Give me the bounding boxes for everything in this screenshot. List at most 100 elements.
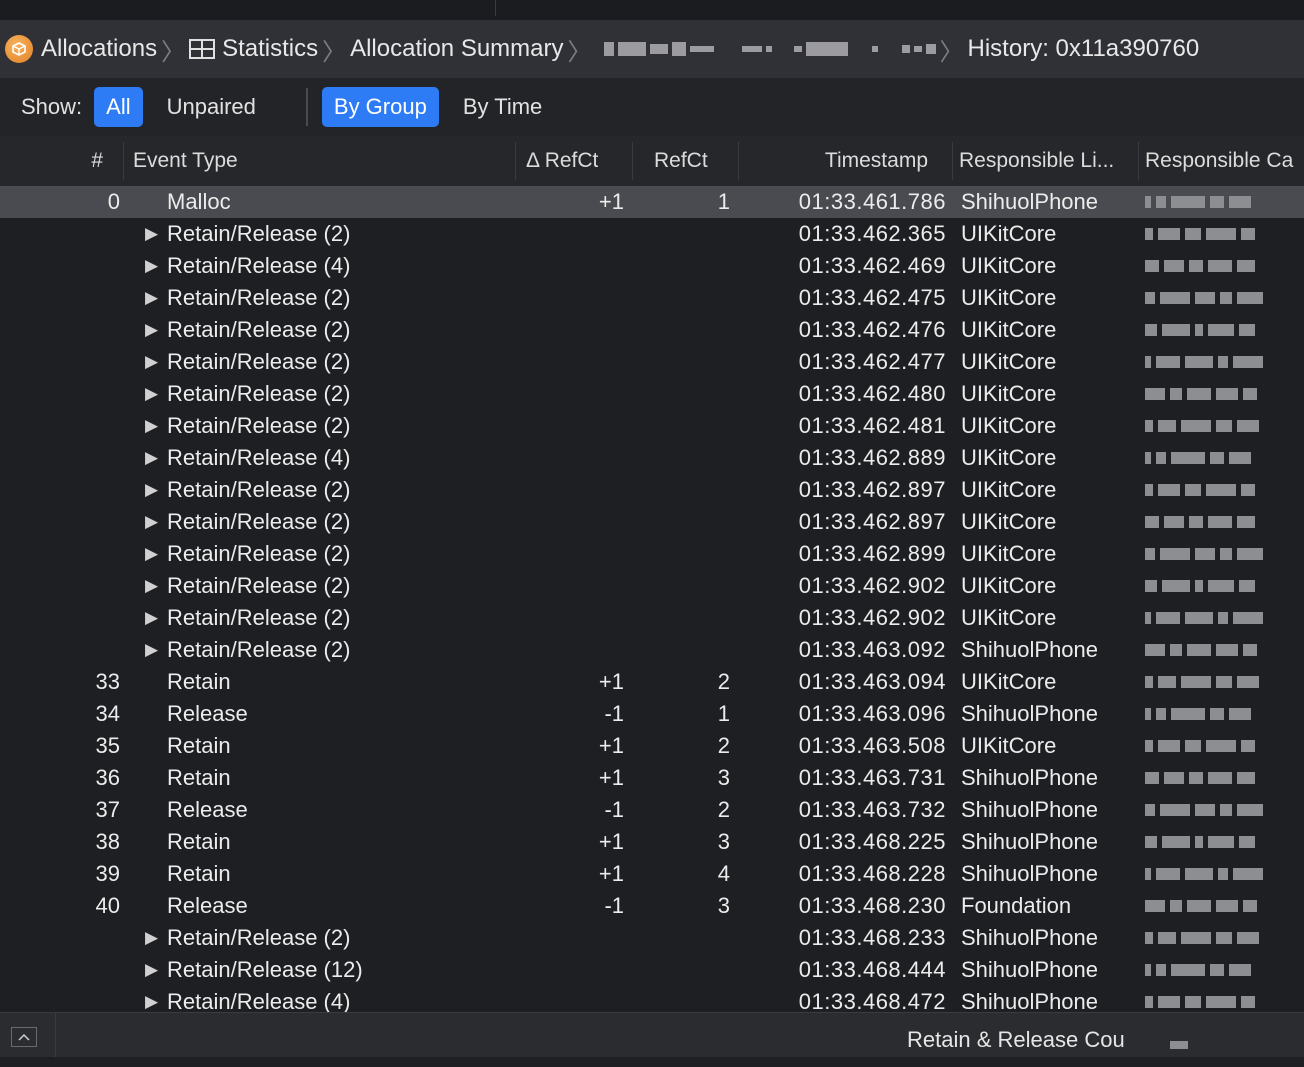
responsible-library: UIKitCore bbox=[961, 285, 1057, 310]
event-type: Retain/Release (2) bbox=[167, 637, 351, 662]
responsible-caller-redacted bbox=[1145, 218, 1304, 250]
table-row[interactable]: ▶ Retain/Release (2) 01:33.468.233 ShihuolP… bbox=[0, 922, 1304, 954]
table-row[interactable]: 37 Release -1 2 01:33.463.732 ShihuolPhone bbox=[0, 794, 1304, 826]
column-header-timestamp[interactable]: Timestamp bbox=[740, 136, 928, 186]
disclosure-triangle-icon[interactable]: ▶ bbox=[145, 602, 163, 634]
row-number: 33 bbox=[95, 669, 120, 694]
disclosure-triangle-icon[interactable]: ▶ bbox=[145, 346, 163, 378]
event-type: Release bbox=[167, 701, 248, 726]
event-type: Retain/Release (4) bbox=[167, 445, 351, 470]
table-row[interactable]: 36 Retain +1 3 01:33.463.731 ShihuolPhone bbox=[0, 762, 1304, 794]
delta-refct bbox=[520, 346, 624, 378]
breadcrumb-history[interactable]: History: 0x11a390760 bbox=[968, 35, 1200, 63]
responsible-caller-redacted bbox=[1145, 730, 1304, 762]
row-number bbox=[0, 538, 120, 570]
delta-refct: -1 bbox=[604, 893, 624, 918]
responsible-library: ShihuolPhone bbox=[961, 701, 1099, 726]
row-number: 36 bbox=[95, 765, 120, 790]
table-row[interactable]: ▶ Retain/Release (2) 01:33.462.476 UIKitCor… bbox=[0, 314, 1304, 346]
responsible-caller-redacted bbox=[1145, 186, 1304, 218]
redacted-object-name[interactable] bbox=[603, 42, 936, 56]
breadcrumb-allocations[interactable]: Allocations bbox=[0, 35, 157, 63]
disclosure-triangle-icon[interactable]: ▶ bbox=[145, 634, 163, 666]
disclosure-triangle-icon[interactable]: ▶ bbox=[145, 442, 163, 474]
disclosure-triangle-icon[interactable]: ▶ bbox=[145, 314, 163, 346]
row-number bbox=[0, 634, 120, 666]
disclosure-triangle-icon[interactable]: ▶ bbox=[145, 506, 163, 538]
disclosure-triangle-icon[interactable]: ▶ bbox=[145, 218, 163, 250]
breadcrumb-label: Allocations bbox=[41, 35, 158, 62]
responsible-library: UIKitCore bbox=[961, 381, 1057, 406]
disclosure-triangle-icon[interactable]: ▶ bbox=[145, 282, 163, 314]
table-row[interactable]: ▶ Retain/Release (2) 01:33.462.897 UIKitCor… bbox=[0, 474, 1304, 506]
responsible-caller-redacted bbox=[1145, 602, 1304, 634]
table-icon bbox=[189, 39, 216, 59]
responsible-library: ShihuolPhone bbox=[961, 765, 1099, 790]
column-divider[interactable] bbox=[515, 142, 516, 180]
disclosure-triangle-icon[interactable]: ▶ bbox=[145, 922, 163, 954]
table-row[interactable]: ▶ Retain/Release (2) 01:33.462.902 UIKitCor… bbox=[0, 602, 1304, 634]
timestamp: 01:33.463.094 bbox=[798, 669, 946, 694]
column-header-number[interactable]: # bbox=[0, 136, 103, 186]
event-type: Retain/Release (2) bbox=[167, 477, 351, 502]
column-divider[interactable] bbox=[632, 142, 633, 180]
disclosure-triangle-icon[interactable]: ▶ bbox=[145, 474, 163, 506]
show-all-button[interactable]: All bbox=[94, 87, 143, 127]
timestamp: 01:33.461.786 bbox=[798, 189, 946, 214]
by-group-button[interactable]: By Group bbox=[321, 87, 439, 127]
table-row[interactable]: 38 Retain +1 3 01:33.468.225 ShihuolPhone bbox=[0, 826, 1304, 858]
event-type: Retain/Release (2) bbox=[167, 605, 351, 630]
table-row[interactable]: ▶ Retain/Release (4) 01:33.462.469 UIKitCor… bbox=[0, 250, 1304, 282]
table-row[interactable]: 0 Malloc +1 1 01:33.461.786 ShihuolPhone bbox=[0, 186, 1304, 218]
table-row[interactable]: ▶ Retain/Release (2) 01:33.462.899 UIKitCor… bbox=[0, 538, 1304, 570]
disclosure-triangle-icon[interactable]: ▶ bbox=[145, 954, 163, 986]
disclosure-triangle-icon[interactable]: ▶ bbox=[145, 986, 163, 1012]
table-row[interactable]: 40 Release -1 3 01:33.468.230 Foundation bbox=[0, 890, 1304, 922]
table-row[interactable]: ▶ Retain/Release (2) 01:33.462.480 UIKitCor… bbox=[0, 378, 1304, 410]
refct bbox=[640, 410, 730, 442]
table-row[interactable]: ▶ Retain/Release (4) 01:33.468.472 ShihuolP… bbox=[0, 986, 1304, 1012]
column-header-refct[interactable]: RefCt bbox=[654, 136, 708, 186]
table-row[interactable]: 33 Retain +1 2 01:33.463.094 UIKitCore bbox=[0, 666, 1304, 698]
table-row[interactable]: ▶ Retain/Release (4) 01:33.462.889 UIKitCor… bbox=[0, 442, 1304, 474]
table-row[interactable]: ▶ Retain/Release (2) 01:33.462.475 UIKitCor… bbox=[0, 282, 1304, 314]
disclosure-triangle-icon[interactable]: ▶ bbox=[145, 250, 163, 282]
column-header-responsible-library[interactable]: Responsible Li... bbox=[959, 136, 1131, 186]
breadcrumb-allocation-summary[interactable]: Allocation Summary bbox=[350, 35, 563, 63]
table-row[interactable]: ▶ Retain/Release (2) 01:33.463.092 ShihuolP… bbox=[0, 634, 1304, 666]
refct bbox=[640, 314, 730, 346]
breadcrumb-statistics[interactable]: Statistics bbox=[189, 35, 318, 63]
timestamp: 01:33.462.899 bbox=[798, 541, 946, 566]
column-divider[interactable] bbox=[952, 142, 953, 180]
column-divider[interactable] bbox=[123, 142, 124, 180]
responsible-caller-redacted bbox=[1145, 538, 1304, 570]
timestamp: 01:33.468.228 bbox=[798, 861, 946, 886]
column-header-responsible-caller[interactable]: Responsible Ca bbox=[1145, 136, 1304, 186]
breadcrumb-label: Statistics bbox=[222, 35, 319, 62]
table-row[interactable]: 39 Retain +1 4 01:33.468.228 ShihuolPhone bbox=[0, 858, 1304, 890]
responsible-caller-redacted bbox=[1145, 858, 1304, 890]
disclosure-triangle-icon[interactable]: ▶ bbox=[145, 538, 163, 570]
table-row[interactable]: ▶ Retain/Release (2) 01:33.462.902 UIKitCor… bbox=[0, 570, 1304, 602]
disclosure-triangle-icon[interactable]: ▶ bbox=[145, 378, 163, 410]
chevron-up-icon bbox=[18, 1033, 30, 1041]
table-row[interactable]: 35 Retain +1 2 01:33.463.508 UIKitCore bbox=[0, 730, 1304, 762]
responsible-library: ShihuolPhone bbox=[961, 797, 1099, 822]
toggle-panel-button[interactable] bbox=[11, 1027, 37, 1047]
table-row[interactable]: ▶ Retain/Release (2) 01:33.462.897 UIKitCor… bbox=[0, 506, 1304, 538]
table-row[interactable]: ▶ Retain/Release (12) 01:33.468.444 Shihuol… bbox=[0, 954, 1304, 986]
event-type: Release bbox=[167, 893, 248, 918]
column-divider[interactable] bbox=[1138, 142, 1139, 180]
refct bbox=[640, 442, 730, 474]
by-time-button[interactable]: By Time bbox=[451, 87, 554, 127]
disclosure-triangle-icon[interactable]: ▶ bbox=[145, 570, 163, 602]
table-row[interactable]: ▶ Retain/Release (2) 01:33.462.365 UIKitCor… bbox=[0, 218, 1304, 250]
disclosure-triangle-icon[interactable]: ▶ bbox=[145, 410, 163, 442]
column-divider[interactable] bbox=[738, 142, 739, 180]
show-unpaired-button[interactable]: Unpaired bbox=[155, 87, 268, 127]
table-row[interactable]: ▶ Retain/Release (2) 01:33.462.481 UIKitCor… bbox=[0, 410, 1304, 442]
table-row[interactable]: 34 Release -1 1 01:33.463.096 ShihuolPhone bbox=[0, 698, 1304, 730]
column-header-delta-refct[interactable]: Δ RefCt bbox=[526, 136, 598, 186]
table-row[interactable]: ▶ Retain/Release (2) 01:33.462.477 UIKitCor… bbox=[0, 346, 1304, 378]
column-header-event-type[interactable]: Event Type bbox=[133, 136, 238, 186]
